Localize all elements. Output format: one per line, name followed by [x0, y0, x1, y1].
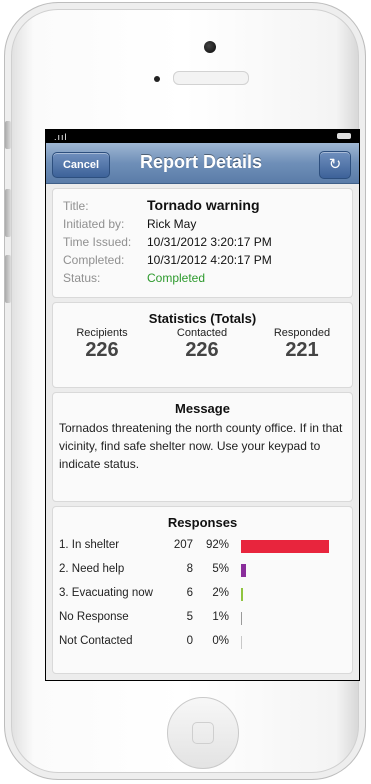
response-percent: 5%: [212, 563, 229, 575]
statistics-card: Statistics (Totals) Recipients 226 Conta…: [52, 302, 353, 388]
response-row: 2. Need help 8 5%: [59, 563, 349, 581]
response-bar: [241, 588, 243, 601]
earpiece-speaker: [173, 71, 249, 85]
navigation-bar: Cancel Report Details ↻: [46, 143, 359, 184]
contacted-label: Contacted: [176, 327, 228, 339]
status-value: Completed: [147, 271, 206, 285]
responses-card: Responses 1. In shelter 207 92% 2. Need …: [52, 506, 353, 674]
battery-icon: [337, 133, 351, 139]
recipients-value: 226: [85, 339, 119, 361]
response-name: 2. Need help: [59, 563, 125, 575]
response-count: 207: [173, 539, 193, 551]
recipients-label: Recipients: [76, 327, 128, 339]
completed-label: Completed:: [63, 253, 125, 267]
response-count: 0: [186, 635, 193, 647]
sensor-dot: [154, 76, 160, 82]
message-card: Message Tornados threatening the north c…: [52, 392, 353, 502]
cancel-button[interactable]: Cancel: [52, 152, 110, 178]
title-value: Tornado warning: [147, 197, 260, 213]
response-count: 8: [186, 563, 193, 575]
response-percent: 0%: [212, 635, 229, 647]
response-bar: [241, 636, 242, 649]
issued-label: Time Issued:: [63, 235, 132, 249]
details-card: Title: Tornado warning Initiated by: Ric…: [52, 188, 353, 298]
response-bar: [241, 612, 242, 625]
response-name: Not Contacted: [59, 635, 133, 647]
initiated-label: Initiated by:: [63, 217, 125, 231]
response-row: 3. Evacuating now 6 2%: [59, 587, 349, 605]
message-heading: Message: [175, 401, 230, 416]
issued-value: 10/31/2012 3:20:17 PM: [147, 235, 272, 249]
response-row: No Response 5 1%: [59, 611, 349, 629]
response-count: 6: [186, 587, 193, 599]
response-percent: 92%: [205, 539, 229, 551]
response-row: Not Contacted 0 0%: [59, 635, 349, 653]
recipients-stat: Recipients 226: [57, 327, 147, 362]
responded-label: Responded: [273, 327, 331, 339]
response-percent: 2%: [212, 587, 229, 599]
response-name: 3. Evacuating now: [59, 587, 153, 599]
responses-heading: Responses: [167, 515, 238, 530]
response-name: No Response: [59, 611, 129, 623]
phone-frame: .ııl Cancel Report Details ↻ Title: Torn…: [4, 2, 366, 780]
phone-screen: .ııl Cancel Report Details ↻ Title: Torn…: [45, 129, 360, 681]
response-bar: [241, 564, 246, 577]
initiated-value: Rick May: [147, 217, 197, 231]
response-percent: 1%: [212, 611, 229, 623]
response-name: 1. In shelter: [59, 539, 120, 551]
refresh-icon: ↻: [328, 156, 342, 173]
contacted-value: 226: [185, 339, 219, 361]
status-bar: .ııl: [46, 130, 359, 143]
refresh-button[interactable]: ↻: [319, 151, 351, 179]
message-text: Tornados threatening the north county of…: [59, 421, 343, 471]
report-content: Title: Tornado warning Initiated by: Ric…: [46, 184, 359, 680]
completed-value: 10/31/2012 4:20:17 PM: [147, 253, 272, 267]
response-count: 5: [186, 611, 193, 623]
volume-down-button: [5, 255, 11, 303]
responded-value: 221: [285, 339, 319, 361]
mute-switch: [5, 121, 11, 149]
page-title: Report Details: [139, 152, 263, 172]
status-label: Status:: [63, 271, 101, 285]
response-bar: [241, 540, 329, 553]
volume-up-button: [5, 189, 11, 237]
responded-stat: Responded 221: [257, 327, 347, 362]
home-square-icon: [192, 722, 214, 744]
home-button[interactable]: [167, 697, 239, 769]
contacted-stat: Contacted 226: [157, 327, 247, 362]
signal-icon: .ııl: [54, 132, 68, 142]
statistics-heading: Statistics (Totals): [148, 311, 257, 326]
camera-icon: [204, 41, 216, 53]
response-row: 1. In shelter 207 92%: [59, 539, 349, 557]
title-label: Title:: [63, 199, 89, 213]
